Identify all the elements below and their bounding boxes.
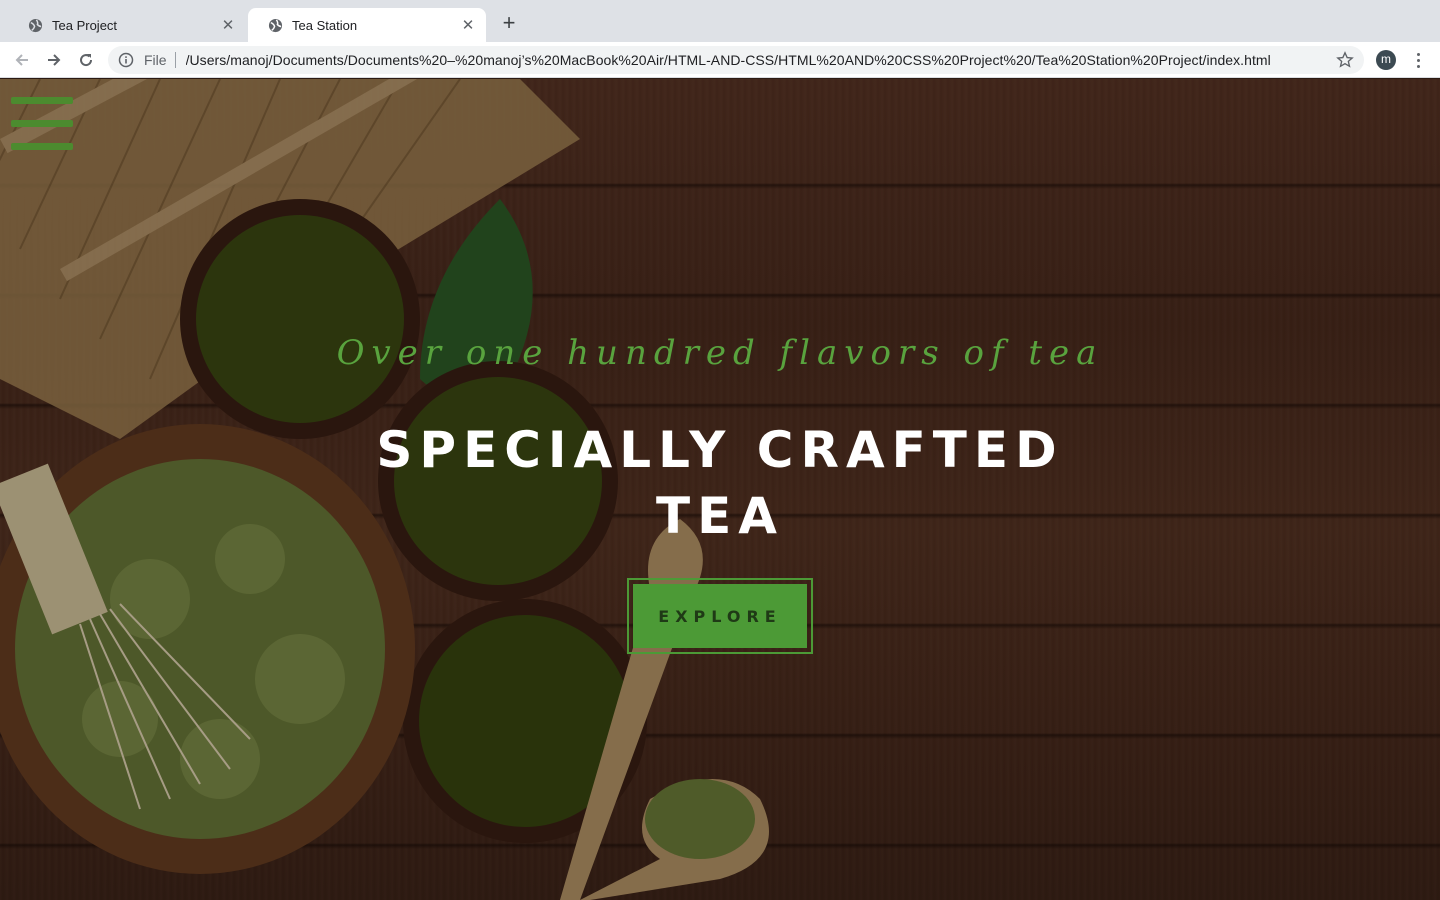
reload-icon[interactable]: [74, 48, 98, 72]
tab-title: Tea Station: [292, 17, 358, 33]
kebab-menu-icon[interactable]: [1410, 50, 1426, 70]
plus-icon[interactable]: +: [498, 12, 520, 35]
url-scheme: File: [144, 52, 167, 68]
tab-title: Tea Project: [52, 17, 118, 33]
browser-toolbar: File /Users/manoj/Documents/Documents%20…: [0, 42, 1440, 78]
hero-subtitle: Over one hundred flavors of tea: [336, 333, 1104, 373]
address-bar[interactable]: File /Users/manoj/Documents/Documents%20…: [108, 46, 1364, 74]
tab-tea-station[interactable]: Tea Station ✕: [248, 8, 486, 42]
close-icon[interactable]: ✕: [460, 17, 476, 34]
explore-button[interactable]: EXPLORE: [633, 584, 807, 648]
close-icon[interactable]: ✕: [220, 17, 236, 34]
globe-icon: [28, 18, 43, 32]
hero-headline: SPECIALLY CRAFTED TEA: [376, 421, 1064, 545]
star-icon[interactable]: [1336, 51, 1354, 69]
forward-arrow-icon[interactable]: [42, 48, 66, 72]
hamburger-menu-icon[interactable]: [11, 97, 73, 151]
divider: [174, 52, 176, 68]
profile-avatar[interactable]: m: [1376, 50, 1396, 70]
back-arrow-icon[interactable]: [10, 48, 34, 72]
tab-tea-project[interactable]: Tea Project ✕: [8, 8, 246, 42]
info-icon[interactable]: [118, 52, 134, 68]
url-text[interactable]: /Users/manoj/Documents/Documents%20–%20m…: [186, 52, 1271, 68]
tab-strip: Tea Project ✕ Tea Station ✕ +: [0, 0, 1440, 42]
globe-icon: [268, 18, 283, 32]
explore-button-frame[interactable]: EXPLORE: [627, 578, 813, 654]
hero-section: Over one hundred flavors of tea SPECIALL…: [0, 79, 1440, 900]
